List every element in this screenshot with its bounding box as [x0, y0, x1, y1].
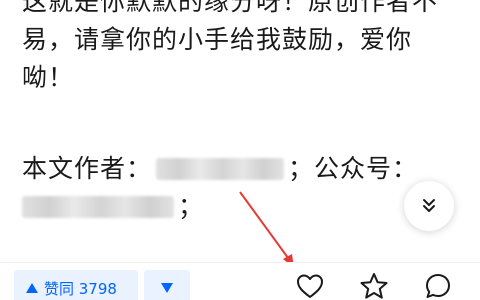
closing-paragraph: 这就是你默默的缘分呀！原创作者不 易，请拿你的小手给我鼓励，爱你 呦！ [22, 0, 462, 97]
author-label: 本文作者： [22, 154, 153, 183]
favorite-button[interactable] [359, 271, 389, 300]
paragraph-line: 易，请拿你的小手给我鼓励，爱你 [22, 25, 413, 54]
paragraph-line: 呦！ [22, 63, 75, 92]
bottom-action-bar: 赞同 3798 [0, 262, 480, 300]
star-icon [360, 273, 388, 299]
account-end: ； [178, 192, 205, 221]
comment-bubble-icon [426, 274, 450, 298]
triangle-up-icon [26, 283, 38, 293]
author-line: 本文作者： ；公众号： [22, 150, 462, 188]
upvote-label: 赞同 3798 [44, 279, 117, 298]
scroll-down-button[interactable] [404, 181, 454, 231]
account-label: ；公众号： [288, 154, 419, 183]
double-chevron-down-icon [423, 199, 435, 212]
comment-button[interactable] [423, 271, 453, 300]
paragraph-line: 这就是你默默的缘分呀！原创作者不 [22, 0, 439, 16]
upvote-button[interactable]: 赞同 3798 [14, 270, 138, 300]
triangle-down-icon [161, 283, 173, 293]
like-button[interactable] [295, 271, 325, 300]
account-line: ； [22, 188, 462, 226]
downvote-button[interactable] [144, 270, 190, 300]
redacted-author-name [156, 158, 285, 180]
author-paragraph: 本文作者： ；公众号： ； [22, 150, 462, 226]
redacted-account-name [22, 196, 174, 218]
heart-icon [297, 274, 323, 298]
